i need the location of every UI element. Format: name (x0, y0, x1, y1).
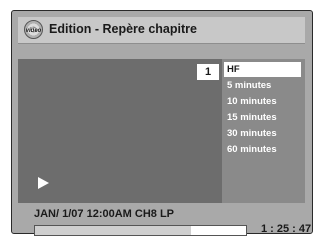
progress-fill (35, 226, 192, 235)
play-icon (38, 177, 49, 189)
osd-panel: video Edition - Repère chapitre 1 HF 5 mi… (11, 10, 313, 236)
interval-menu: HF 5 minutes 10 minutes 15 minutes 30 minute… (222, 59, 305, 203)
menu-item-5-minutes[interactable]: 5 minutes (224, 78, 301, 93)
menu-item-15-minutes[interactable]: 15 minutes (224, 110, 301, 125)
elapsed-time: 1 : 25 : 47 (261, 223, 312, 235)
recording-info: JAN/ 1/07 12:00AM CH8 LP (34, 208, 174, 220)
video-preview: 1 (18, 59, 222, 203)
chapter-number-badge: 1 (197, 64, 219, 80)
disc-icon-label: video (25, 28, 42, 34)
page-title: Edition - Repère chapitre (49, 22, 197, 36)
menu-item-30-minutes[interactable]: 30 minutes (224, 126, 301, 141)
menu-item-60-minutes[interactable]: 60 minutes (224, 142, 301, 157)
progress-bar (34, 225, 247, 236)
title-bar: video Edition - Repère chapitre (18, 17, 305, 44)
menu-item-hf[interactable]: HF (224, 62, 301, 77)
menu-item-10-minutes[interactable]: 10 minutes (224, 94, 301, 109)
video-disc-icon: video (24, 20, 43, 39)
